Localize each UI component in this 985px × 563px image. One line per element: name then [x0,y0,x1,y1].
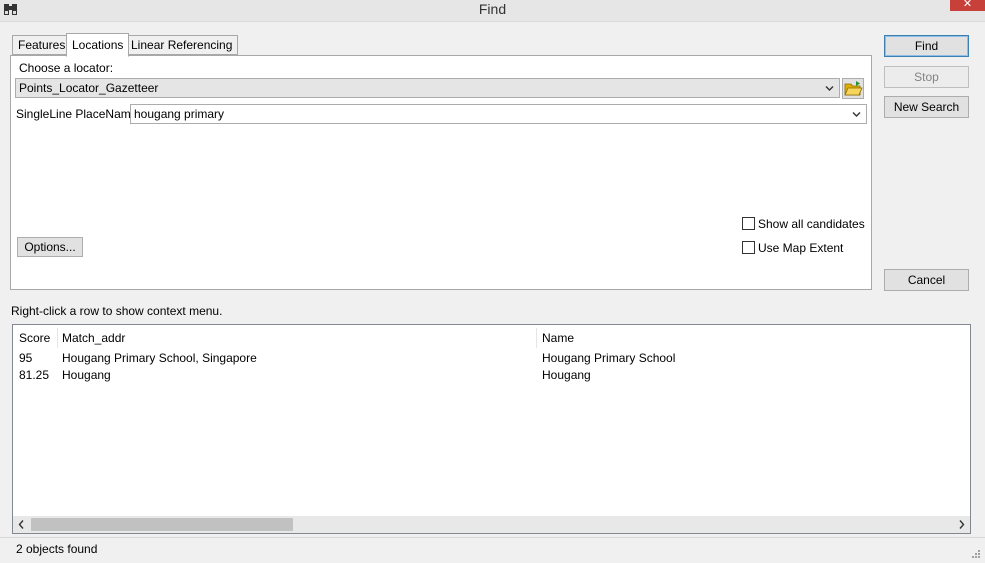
scroll-left-button[interactable] [14,517,29,532]
chevron-down-icon [852,112,861,117]
tab-locations[interactable]: Locations [66,33,130,57]
options-button[interactable]: Options... [17,237,83,257]
scrollbar-thumb[interactable] [31,518,293,531]
cell-match-addr: Hougang Primary School, Singapore [62,351,257,365]
column-header-match-addr[interactable]: Match_addr [56,326,536,350]
close-icon: ✕ [962,0,973,10]
browse-locator-button[interactable] [842,78,864,99]
use-map-extent-checkbox[interactable] [742,241,755,254]
cell-name: Hougang [542,368,591,382]
find-button[interactable]: Find [884,35,969,57]
cell-name: Hougang Primary School [542,351,676,365]
chevron-left-icon [18,520,24,529]
cell-score: 95 [19,351,33,365]
cell-match-addr: Hougang [62,368,111,382]
stop-button[interactable]: Stop [884,66,969,88]
window-title: Find [478,1,507,17]
cell-score: 81.25 [19,368,50,382]
column-header-score[interactable]: Score [13,326,57,350]
status-bar [0,537,985,563]
resize-grip-icon[interactable] [969,547,981,559]
show-all-candidates-label: Show all candidates [758,217,865,231]
tab-linear-referencing[interactable]: Linear Referencing [125,35,239,55]
close-button[interactable]: ✕ [950,0,985,11]
column-header-name[interactable]: Name [536,326,966,350]
results-hint: Right-click a row to show context menu. [11,304,223,318]
status-text: 2 objects found [16,542,98,556]
chevron-down-icon [825,86,834,91]
open-folder-icon [844,81,863,96]
tab-features[interactable]: Features [12,35,72,55]
show-all-candidates-checkbox[interactable] [742,217,755,230]
table-row[interactable]: 95 Hougang Primary School, Singapore Hou… [13,350,970,367]
use-map-extent-label: Use Map Extent [758,241,844,255]
placename-input[interactable]: hougang primary [130,104,867,124]
chevron-right-icon [959,520,965,529]
locator-select-value: Points_Locator_Gazetteer [19,81,159,95]
locator-select[interactable]: Points_Locator_Gazetteer [15,78,840,98]
scroll-right-button[interactable] [954,517,969,532]
placename-input-value: hougang primary [134,107,225,121]
placename-label: SingleLine PlaceName: [16,107,141,121]
table-row[interactable]: 81.25 Hougang Hougang [13,367,970,384]
choose-locator-label: Choose a locator: [19,61,114,75]
new-search-button[interactable]: New Search [884,96,969,118]
cancel-button[interactable]: Cancel [884,269,969,291]
